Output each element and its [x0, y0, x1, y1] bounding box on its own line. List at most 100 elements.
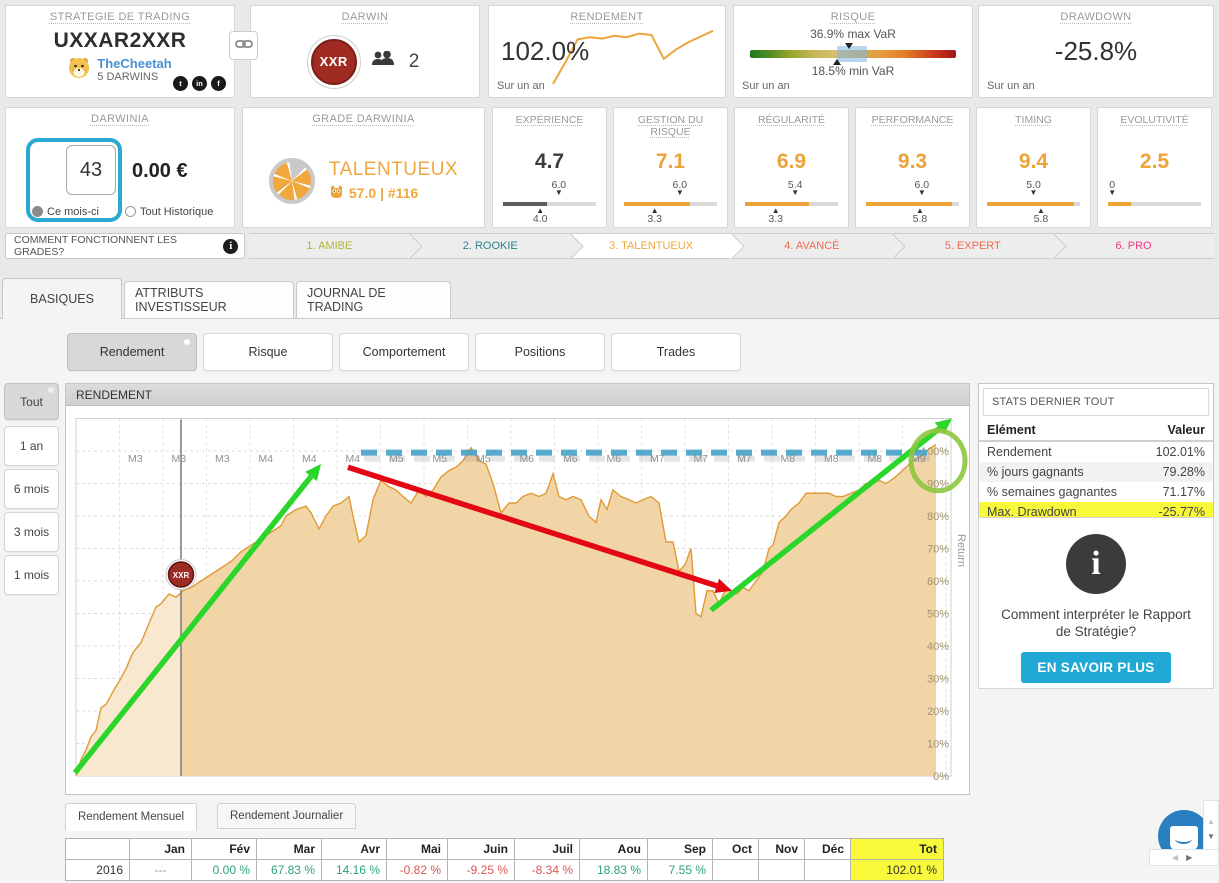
- subtab-positions[interactable]: Positions: [475, 333, 605, 371]
- link-strategy-darwin-button[interactable]: [229, 31, 258, 60]
- horizontal-scrollbar[interactable]: ◀ ▶: [1149, 849, 1219, 866]
- month-header: Jan: [130, 839, 192, 860]
- range-1-mois[interactable]: 1 mois: [4, 555, 59, 595]
- month-header: Mai: [387, 839, 448, 860]
- score-card-title: GESTION DU RISQUE: [618, 114, 723, 138]
- svg-text:50%: 50%: [927, 609, 949, 621]
- tab-journal-de-trading[interactable]: JOURNAL DE TRADING: [296, 281, 451, 318]
- score-card-6: EVOLUTIVITÉ2.50▼: [1097, 107, 1212, 228]
- y-axis-label: Return: [955, 534, 967, 567]
- return-value: 102.0%: [501, 36, 589, 67]
- month-value-cell: 67.83 %: [257, 860, 322, 881]
- benchmark-top-marker: 6.0▼: [914, 180, 929, 196]
- darwinia-amount: 0.00 €: [132, 160, 188, 183]
- max-var-label: 36.9% max VaR: [734, 27, 972, 41]
- strategy-card: STRATEGIE DE TRADING UXXAR2XXR TheCheeta…: [5, 5, 235, 98]
- owl-icon: [329, 184, 344, 202]
- month-header: Fév: [192, 839, 257, 860]
- twitter-icon[interactable]: t: [173, 76, 188, 91]
- month-header: Nov: [759, 839, 805, 860]
- score-card-5: TIMING9.45.0▼▲5.8: [976, 107, 1091, 228]
- radio-ce-mois-ci[interactable]: Ce mois-ci: [32, 206, 99, 218]
- month-header: Tot: [851, 839, 944, 860]
- tab-basiques[interactable]: BASIQUES: [2, 278, 122, 319]
- grade-card-title: GRADE DARWINIA: [243, 113, 484, 125]
- score-card-2: GESTION DU RISQUE7.16.0▼▲3.3: [613, 107, 728, 228]
- darwin-card-title: DARWIN: [251, 11, 479, 23]
- radio-tout-historique[interactable]: Tout Historique: [125, 206, 213, 218]
- help-text: Comment interpréter le Rapport de Straté…: [979, 606, 1213, 640]
- benchmark-bottom-marker: ▲5.8: [1034, 207, 1049, 224]
- range-3-mois[interactable]: 3 mois: [4, 512, 59, 552]
- max-var-marker: [845, 43, 853, 49]
- scroll-right-icon[interactable]: ▶: [1186, 853, 1192, 862]
- scroll-left-icon[interactable]: ◀: [1172, 853, 1178, 862]
- score-card-1: EXPÉRIENCE4.76.0▼▲4.0: [492, 107, 607, 228]
- table-row: 2016---0.00 %67.83 %14.16 %-0.82 %-9.25 …: [66, 860, 944, 881]
- darwinia-card-title: DARWINIA: [6, 113, 234, 125]
- return-chart-panel: RENDEMENT M3M3M3M4M4M4M5M5M5M6M6M6M7M7M7…: [65, 383, 970, 795]
- month-header: Juil: [515, 839, 580, 860]
- month-header: Sep: [648, 839, 713, 860]
- month-value-cell: 14.16 %: [322, 860, 387, 881]
- tab-attributs-investisseur[interactable]: ATTRIBUTS INVESTISSEUR: [124, 281, 294, 318]
- return-area-chart[interactable]: M3M3M3M4M4M4M5M5M5M6M6M6M7M7M7M8M8M8M9+1…: [66, 406, 969, 795]
- grade-step-2[interactable]: 2. ROOKIE: [410, 233, 571, 259]
- score-bar: [745, 202, 838, 206]
- darwinia-count: 43: [66, 145, 116, 195]
- range-tout[interactable]: Tout: [4, 383, 59, 420]
- stats-row: % jours gagnants79.28%: [979, 462, 1213, 482]
- learn-more-button[interactable]: EN SAVOIR PLUS: [1021, 652, 1170, 683]
- score-card-title: PERFORMANCE: [860, 114, 965, 126]
- grades-question-label: COMMENT FONCTIONNENT LES GRADES?: [14, 234, 223, 258]
- info-icon[interactable]: i: [223, 239, 238, 254]
- facebook-icon[interactable]: f: [211, 76, 226, 91]
- chat-bubble-icon: [1170, 826, 1198, 850]
- scroll-up-icon[interactable]: ▲: [1207, 817, 1215, 826]
- risk-card-title: RISQUE: [734, 11, 972, 23]
- month-header: Aou: [580, 839, 648, 860]
- benchmark-bottom-marker: ▲3.3: [647, 207, 662, 224]
- bottom-tab-1[interactable]: Rendement Mensuel: [65, 803, 197, 831]
- grade-step-3[interactable]: 3. TALENTUEUX: [571, 233, 732, 259]
- return-period: Sur un an: [497, 80, 545, 92]
- month-value-cell: -0.82 %: [387, 860, 448, 881]
- scroll-down-icon[interactable]: ▼: [1207, 832, 1215, 841]
- svg-text:0%: 0%: [933, 771, 949, 783]
- grade-step-6[interactable]: 6. PRO: [1053, 233, 1214, 259]
- range-1-an[interactable]: 1 an: [4, 426, 59, 466]
- year-cell: 2016: [66, 860, 130, 881]
- score-card-value: 2.5: [1098, 150, 1211, 174]
- bottom-tab-2[interactable]: Rendement Journalier: [217, 803, 356, 829]
- owner-avatar: [68, 57, 90, 84]
- grade-step-1[interactable]: 1. AMIBE: [249, 233, 410, 259]
- month-value-cell: 0.00 %: [192, 860, 257, 881]
- subtab-comportement[interactable]: Comportement: [339, 333, 469, 371]
- grade-step-5[interactable]: 5. EXPERT: [892, 233, 1053, 259]
- score-bar: [1108, 202, 1201, 206]
- grade-score: 57.0 | #116: [349, 185, 418, 201]
- range-6-mois[interactable]: 6 mois: [4, 469, 59, 509]
- subtab-trades[interactable]: Trades: [611, 333, 741, 371]
- svg-text:M4: M4: [259, 453, 274, 465]
- radio-selected-icon: [32, 206, 43, 217]
- score-card-4: PERFORMANCE9.36.0▼▲5.8: [855, 107, 970, 228]
- drawdown-period: Sur un an: [987, 80, 1035, 92]
- stats-table: ElémentValeurRendement102.01%% jours gag…: [979, 420, 1213, 522]
- month-header: Oct: [713, 839, 759, 860]
- radio-unselected-icon: [125, 206, 136, 217]
- svg-text:XXR: XXR: [173, 571, 190, 580]
- owner-link[interactable]: TheCheetah: [97, 57, 171, 71]
- chain-link-icon: [235, 37, 253, 55]
- risk-period: Sur un an: [742, 80, 790, 92]
- stats-row: % semaines gagnantes71.17%: [979, 482, 1213, 502]
- subtab-risque[interactable]: Risque: [203, 333, 333, 371]
- benchmark-top-marker: 0▼: [1108, 180, 1116, 196]
- linkedin-icon[interactable]: in: [192, 76, 207, 91]
- month-value-cell: -8.34 %: [515, 860, 580, 881]
- svg-text:M3: M3: [128, 453, 143, 465]
- grade-step-4[interactable]: 4. AVANCÉ: [731, 233, 892, 259]
- benchmark-top-marker: 6.0▼: [672, 180, 687, 196]
- subtab-rendement[interactable]: Rendement: [67, 333, 197, 371]
- svg-text:60%: 60%: [927, 576, 949, 588]
